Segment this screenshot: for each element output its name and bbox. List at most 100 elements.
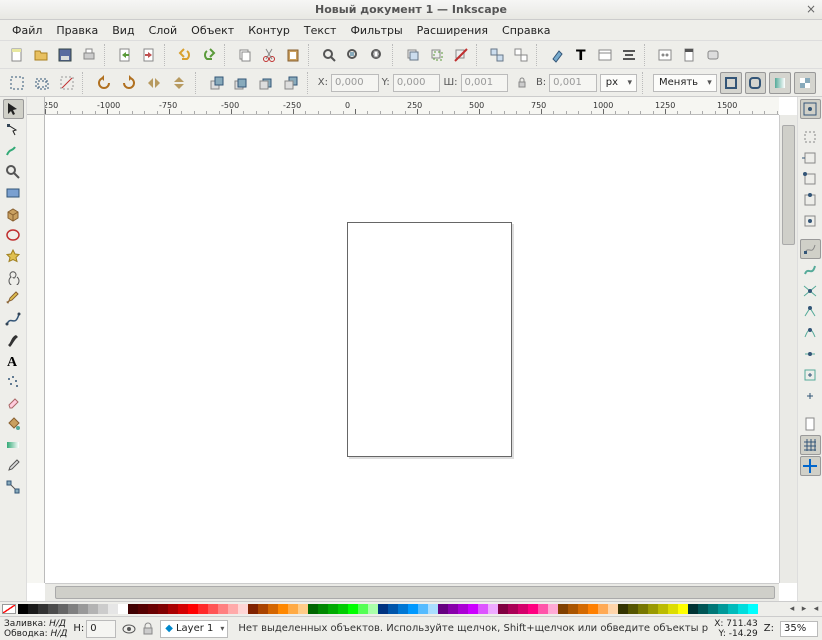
export-button[interactable] bbox=[138, 44, 160, 66]
color-swatch[interactable] bbox=[158, 604, 168, 614]
text-dialog-button[interactable]: T bbox=[570, 44, 592, 66]
color-swatch[interactable] bbox=[88, 604, 98, 614]
color-swatch[interactable] bbox=[408, 604, 418, 614]
color-swatch[interactable] bbox=[718, 604, 728, 614]
color-swatch[interactable] bbox=[338, 604, 348, 614]
color-swatch[interactable] bbox=[748, 604, 758, 614]
undo-button[interactable] bbox=[174, 44, 196, 66]
color-swatch[interactable] bbox=[78, 604, 88, 614]
lock-aspect-button[interactable] bbox=[511, 72, 533, 94]
color-swatch[interactable] bbox=[708, 604, 718, 614]
bezier-tool[interactable] bbox=[3, 309, 24, 329]
zoom-tool[interactable] bbox=[3, 162, 24, 182]
connector-tool[interactable] bbox=[3, 477, 24, 497]
rotate-cw-button[interactable] bbox=[118, 72, 140, 94]
color-swatch[interactable] bbox=[468, 604, 478, 614]
color-swatch[interactable] bbox=[658, 604, 668, 614]
redo-button[interactable] bbox=[198, 44, 220, 66]
snap-grid-button[interactable] bbox=[800, 435, 821, 455]
color-swatch[interactable] bbox=[488, 604, 498, 614]
zoom-selection-button[interactable] bbox=[318, 44, 340, 66]
menu-view[interactable]: Вид bbox=[106, 22, 140, 39]
snap-bbox-corner-button[interactable] bbox=[800, 169, 821, 189]
color-swatch[interactable] bbox=[648, 604, 658, 614]
color-swatch[interactable] bbox=[588, 604, 598, 614]
color-swatch[interactable] bbox=[98, 604, 108, 614]
flip-v-button[interactable] bbox=[168, 72, 190, 94]
document-properties-button[interactable] bbox=[678, 44, 700, 66]
snap-bbox-midpoint-button[interactable] bbox=[800, 190, 821, 210]
color-swatch[interactable] bbox=[168, 604, 178, 614]
color-swatch[interactable] bbox=[368, 604, 378, 614]
y-field[interactable]: 0,000 bbox=[393, 74, 441, 92]
color-swatch[interactable] bbox=[308, 604, 318, 614]
color-swatch[interactable] bbox=[508, 604, 518, 614]
color-swatch[interactable] bbox=[328, 604, 338, 614]
snap-enable-button[interactable] bbox=[800, 99, 821, 119]
color-swatch[interactable] bbox=[68, 604, 78, 614]
color-swatch[interactable] bbox=[398, 604, 408, 614]
align-dialog-button[interactable] bbox=[618, 44, 640, 66]
w-field[interactable]: 0,001 bbox=[461, 74, 509, 92]
select-all-button[interactable] bbox=[6, 72, 28, 94]
layer-lock-toggle[interactable] bbox=[142, 622, 154, 636]
paste-button[interactable] bbox=[282, 44, 304, 66]
menu-help[interactable]: Справка bbox=[496, 22, 556, 39]
color-swatch[interactable] bbox=[688, 604, 698, 614]
color-swatch[interactable] bbox=[348, 604, 358, 614]
zoom-field[interactable]: 35% bbox=[780, 621, 818, 637]
zoom-drawing-button[interactable] bbox=[342, 44, 364, 66]
scale-corners-button[interactable] bbox=[745, 72, 767, 94]
gradient-tool[interactable] bbox=[3, 435, 24, 455]
ellipse-tool[interactable] bbox=[3, 225, 24, 245]
color-swatch[interactable] bbox=[18, 604, 28, 614]
spray-tool[interactable] bbox=[3, 372, 24, 392]
group-button[interactable] bbox=[486, 44, 508, 66]
text-tool[interactable]: A bbox=[3, 351, 24, 371]
layer-selector[interactable]: ◆Layer 1 bbox=[160, 620, 228, 638]
color-swatch[interactable] bbox=[208, 604, 218, 614]
lower-button[interactable] bbox=[255, 72, 277, 94]
input-devices-button[interactable] bbox=[702, 44, 724, 66]
menu-file[interactable]: Файл bbox=[6, 22, 48, 39]
selector-tool[interactable] bbox=[3, 99, 24, 119]
color-swatch[interactable] bbox=[618, 604, 628, 614]
color-swatch[interactable] bbox=[578, 604, 588, 614]
color-swatch[interactable] bbox=[428, 604, 438, 614]
menu-filters[interactable]: Фильтры bbox=[344, 22, 408, 39]
close-icon[interactable]: × bbox=[806, 2, 816, 16]
raise-button[interactable] bbox=[230, 72, 252, 94]
color-swatch[interactable] bbox=[538, 604, 548, 614]
snap-smooth-button[interactable] bbox=[800, 323, 821, 343]
no-color-swatch[interactable] bbox=[2, 604, 16, 614]
color-swatch[interactable] bbox=[378, 604, 388, 614]
color-swatch[interactable] bbox=[528, 604, 538, 614]
snap-rotation-center-button[interactable] bbox=[800, 386, 821, 406]
color-swatch[interactable] bbox=[278, 604, 288, 614]
color-swatch[interactable] bbox=[138, 604, 148, 614]
select-all-layers-button[interactable] bbox=[31, 72, 53, 94]
palette-scroll-right[interactable]: ▸ bbox=[798, 604, 810, 614]
snap-page-button[interactable] bbox=[800, 414, 821, 434]
color-swatch[interactable] bbox=[128, 604, 138, 614]
pencil-tool[interactable] bbox=[3, 288, 24, 308]
color-swatch[interactable] bbox=[268, 604, 278, 614]
color-swatch[interactable] bbox=[238, 604, 248, 614]
snap-guide-button[interactable] bbox=[800, 456, 821, 476]
color-swatch[interactable] bbox=[458, 604, 468, 614]
color-swatch[interactable] bbox=[698, 604, 708, 614]
rectangle-tool[interactable] bbox=[3, 183, 24, 203]
node-tool[interactable] bbox=[3, 120, 24, 140]
units-dropdown[interactable]: px bbox=[600, 74, 637, 92]
color-swatch[interactable] bbox=[58, 604, 68, 614]
3dbox-tool[interactable] bbox=[3, 204, 24, 224]
open-button[interactable] bbox=[30, 44, 52, 66]
color-swatch[interactable] bbox=[188, 604, 198, 614]
color-swatch[interactable] bbox=[258, 604, 268, 614]
color-swatch[interactable] bbox=[638, 604, 648, 614]
deselect-button[interactable] bbox=[56, 72, 78, 94]
star-tool[interactable] bbox=[3, 246, 24, 266]
tweak-tool[interactable] bbox=[3, 141, 24, 161]
color-swatch[interactable] bbox=[608, 604, 618, 614]
preferences-button[interactable] bbox=[654, 44, 676, 66]
